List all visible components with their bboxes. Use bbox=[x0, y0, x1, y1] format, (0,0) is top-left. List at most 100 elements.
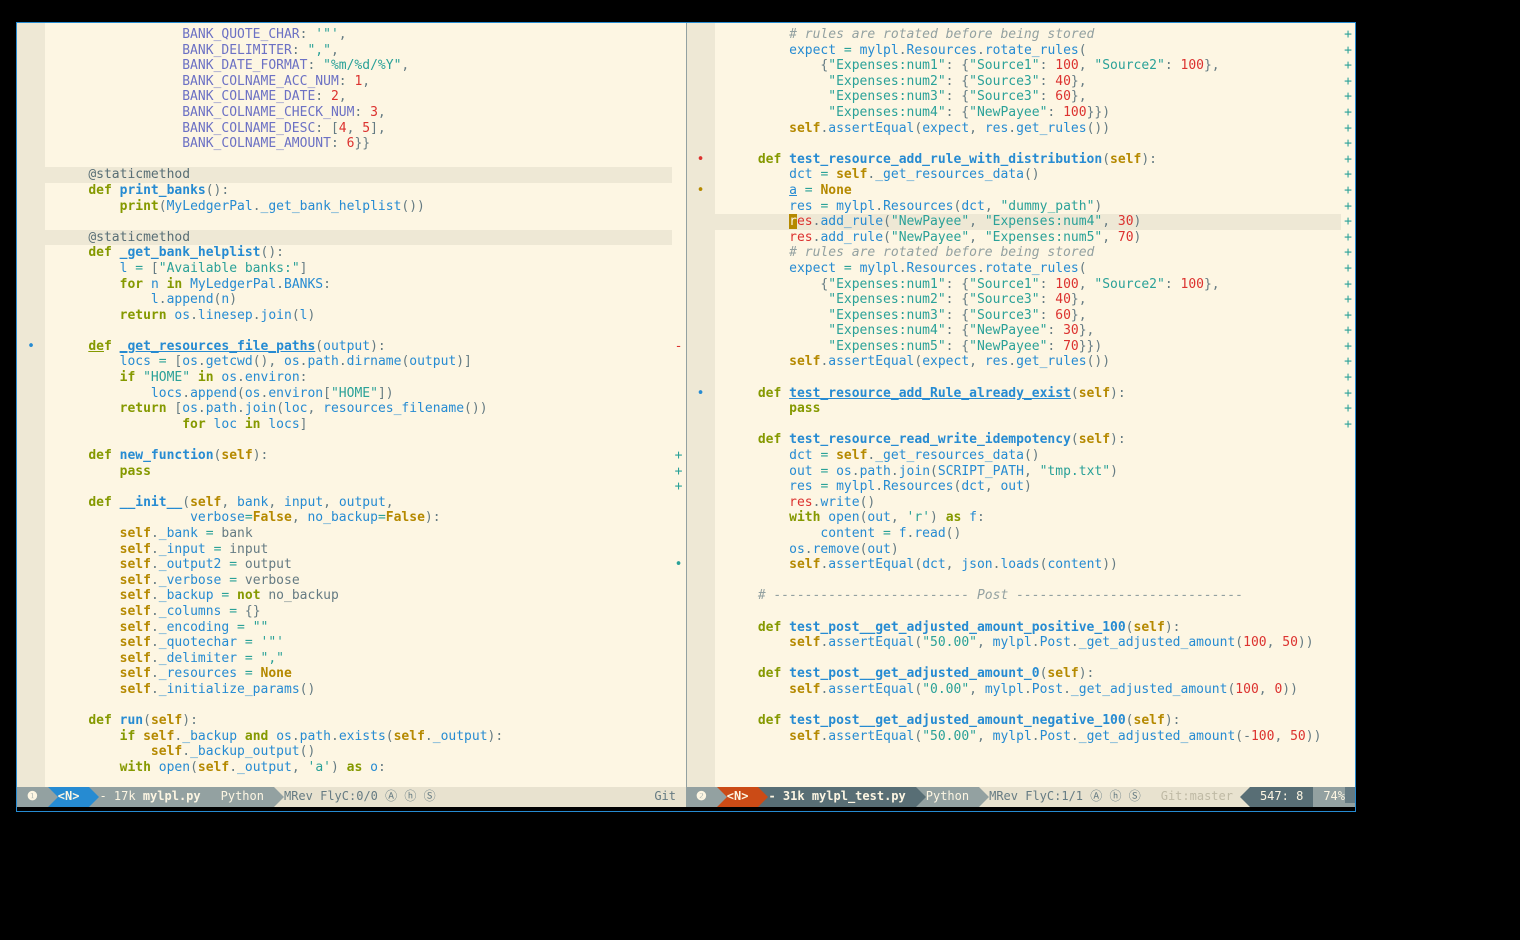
code-line[interactable]: self._quotechar = '"' bbox=[45, 635, 672, 651]
code-line[interactable] bbox=[45, 323, 672, 339]
code-line[interactable]: self._output2 = output• bbox=[45, 557, 672, 573]
code-line[interactable]: BANK_QUOTE_CHAR: '"', bbox=[45, 27, 672, 43]
code-line[interactable]: BANK_COLNAME_ACC_NUM: 1, bbox=[45, 74, 672, 90]
code-line[interactable]: "Expenses:num3": {"Source3": 60},+ bbox=[715, 308, 1342, 324]
code-line[interactable]: + bbox=[715, 136, 1342, 152]
code-line[interactable]: + bbox=[45, 479, 672, 495]
code-line[interactable]: with open(self._output, 'a') as o: bbox=[45, 760, 672, 776]
right-code-area[interactable]: # rules are rotated before being stored+… bbox=[715, 23, 1342, 787]
code-line[interactable]: res.add_rule("NewPayee", "Expenses:num5"… bbox=[715, 230, 1342, 246]
code-line[interactable]: self._verbose = verbose bbox=[45, 573, 672, 589]
code-line[interactable]: print(MyLedgerPal._get_bank_helplist()) bbox=[45, 199, 672, 215]
code-line[interactable]: def test_resource_add_Rule_already_exist… bbox=[715, 386, 1342, 402]
code-line[interactable]: def test_post__get_adjusted_amount_posit… bbox=[715, 620, 1342, 636]
code-line[interactable]: l.append(n) bbox=[45, 292, 672, 308]
code-line[interactable]: "Expenses:num2": {"Source3": 40},+ bbox=[715, 74, 1342, 90]
code-line[interactable]: return os.linesep.join(l) bbox=[45, 308, 672, 324]
code-line[interactable]: "Expenses:num3": {"Source3": 60},+ bbox=[715, 89, 1342, 105]
code-line[interactable]: self._input = input bbox=[45, 542, 672, 558]
code-line[interactable]: @staticmethod bbox=[45, 230, 672, 246]
code-line[interactable]: def print_banks(): bbox=[45, 183, 672, 199]
code-line[interactable]: os.remove(out) bbox=[715, 542, 1342, 558]
code-line[interactable]: + bbox=[715, 417, 1342, 433]
code-line[interactable]: self.assertEqual(expect, res.get_rules()… bbox=[715, 121, 1342, 137]
code-line[interactable]: self._encoding = "" bbox=[45, 620, 672, 636]
code-line[interactable]: {"Expenses:num1": {"Source1": 100, "Sour… bbox=[715, 277, 1342, 293]
code-line[interactable]: BANK_COLNAME_CHECK_NUM: 3, bbox=[45, 105, 672, 121]
code-line[interactable]: pass+ bbox=[45, 464, 672, 480]
code-line[interactable] bbox=[715, 651, 1342, 667]
code-line[interactable]: "Expenses:num5": {"NewPayee": 70}})+ bbox=[715, 339, 1342, 355]
code-line[interactable]: res = mylpl.Resources(dct, "dummy_path")… bbox=[715, 199, 1342, 215]
code-line[interactable]: self._columns = {} bbox=[45, 604, 672, 620]
code-line[interactable]: "Expenses:num4": {"NewPayee": 100}})+ bbox=[715, 105, 1342, 121]
code-line[interactable]: def new_function(self):+ bbox=[45, 448, 672, 464]
buffer-name-segment[interactable]: - 31k mylpl_test.py bbox=[758, 787, 915, 807]
code-line[interactable]: {"Expenses:num1": {"Source1": 100, "Sour… bbox=[715, 58, 1342, 74]
code-line[interactable]: self.assertEqual("50.00", mylpl.Post._ge… bbox=[715, 729, 1342, 745]
code-line[interactable] bbox=[45, 152, 672, 168]
code-line[interactable]: def test_post__get_adjusted_amount_negat… bbox=[715, 713, 1342, 729]
code-line[interactable] bbox=[45, 214, 672, 230]
code-line[interactable]: # ------------------------- Post -------… bbox=[715, 588, 1342, 604]
code-line[interactable]: def test_resource_read_write_idempotency… bbox=[715, 432, 1342, 448]
code-line[interactable]: self._backup = not no_backup bbox=[45, 588, 672, 604]
left-pane[interactable]: BANK_QUOTE_CHAR: '"', BANK_DELIMITER: ",… bbox=[17, 23, 687, 787]
code-line[interactable]: "Expenses:num2": {"Source3": 40},+ bbox=[715, 292, 1342, 308]
code-line[interactable]: self.assertEqual(expect, res.get_rules()… bbox=[715, 354, 1342, 370]
minibuffer[interactable] bbox=[17, 807, 1355, 811]
modeline-right[interactable]: ❷ <N> - 31k mylpl_test.py Python MRev Fl… bbox=[686, 787, 1355, 807]
code-line[interactable]: BANK_DELIMITER: ",", bbox=[45, 43, 672, 59]
code-line[interactable]: "Expenses:num4": {"NewPayee": 30},+ bbox=[715, 323, 1342, 339]
right-pane[interactable]: # rules are rotated before being stored+… bbox=[687, 23, 1356, 787]
code-line[interactable]: expect = mylpl.Resources.rotate_rules(+ bbox=[715, 43, 1342, 59]
code-line[interactable]: def test_post__get_adjusted_amount_0(sel… bbox=[715, 666, 1342, 682]
code-line[interactable] bbox=[45, 432, 672, 448]
code-line[interactable]: BANK_COLNAME_AMOUNT: 6}} bbox=[45, 136, 672, 152]
code-line[interactable]: + bbox=[715, 370, 1342, 386]
code-line[interactable]: self._backup_output() bbox=[45, 744, 672, 760]
code-line[interactable]: return [os.path.join(loc, resources_file… bbox=[45, 401, 672, 417]
code-line[interactable]: # rules are rotated before being stored+ bbox=[715, 245, 1342, 261]
code-line[interactable]: res.write() bbox=[715, 495, 1342, 511]
modeline-left[interactable]: ❶ <N> - 17k mylpl.py Python MRev FlyC:0/… bbox=[17, 787, 686, 807]
code-line[interactable]: a = None+ bbox=[715, 183, 1342, 199]
code-line[interactable]: for n in MyLedgerPal.BANKS: bbox=[45, 277, 672, 293]
code-line[interactable]: # rules are rotated before being stored+ bbox=[715, 27, 1342, 43]
code-line[interactable]: out = os.path.join(SCRIPT_PATH, "tmp.txt… bbox=[715, 464, 1342, 480]
code-line[interactable]: self.assertEqual(dct, json.loads(content… bbox=[715, 557, 1342, 573]
code-line[interactable]: self._delimiter = "," bbox=[45, 651, 672, 667]
code-line[interactable]: dct = self._get_resources_data()+ bbox=[715, 167, 1342, 183]
buffer-name-segment[interactable]: - 17k mylpl.py bbox=[89, 787, 210, 807]
code-line[interactable]: def __init__(self, bank, input, output, bbox=[45, 495, 672, 511]
code-line[interactable]: with open(out, 'r') as f: bbox=[715, 510, 1342, 526]
code-line[interactable]: BANK_COLNAME_DESC: [4, 5], bbox=[45, 121, 672, 137]
scrollbar-thumb[interactable] bbox=[1345, 787, 1355, 803]
code-line[interactable]: pass+ bbox=[715, 401, 1342, 417]
code-line[interactable]: self._bank = bank bbox=[45, 526, 672, 542]
code-line[interactable]: res = mylpl.Resources(dct, out) bbox=[715, 479, 1342, 495]
code-line[interactable]: locs.append(os.environ["HOME"]) bbox=[45, 386, 672, 402]
code-line[interactable]: content = f.read() bbox=[715, 526, 1342, 542]
code-line[interactable]: self._initialize_params() bbox=[45, 682, 672, 698]
code-line[interactable]: res.add_rule("NewPayee", "Expenses:num4"… bbox=[715, 214, 1342, 230]
code-line[interactable] bbox=[45, 698, 672, 714]
code-line[interactable]: if "HOME" in os.environ: bbox=[45, 370, 672, 386]
code-line[interactable]: verbose=False, no_backup=False): bbox=[45, 510, 672, 526]
code-line[interactable]: @staticmethod bbox=[45, 167, 672, 183]
left-code-area[interactable]: BANK_QUOTE_CHAR: '"', BANK_DELIMITER: ",… bbox=[45, 23, 672, 787]
code-line[interactable]: self._resources = None bbox=[45, 666, 672, 682]
code-line[interactable] bbox=[715, 604, 1342, 620]
code-line[interactable]: if self._backup and os.path.exists(self.… bbox=[45, 729, 672, 745]
code-line[interactable]: def _get_resources_file_paths(output):- bbox=[45, 339, 672, 355]
code-line[interactable] bbox=[715, 698, 1342, 714]
code-line[interactable]: for loc in locs] bbox=[45, 417, 672, 433]
code-line[interactable]: self.assertEqual("50.00", mylpl.Post._ge… bbox=[715, 635, 1342, 651]
code-line[interactable]: self.assertEqual("0.00", mylpl.Post._get… bbox=[715, 682, 1342, 698]
code-line[interactable]: def run(self): bbox=[45, 713, 672, 729]
code-line[interactable]: expect = mylpl.Resources.rotate_rules(+ bbox=[715, 261, 1342, 277]
code-line[interactable]: BANK_COLNAME_DATE: 2, bbox=[45, 89, 672, 105]
code-line[interactable]: dct = self._get_resources_data() bbox=[715, 448, 1342, 464]
code-line[interactable] bbox=[715, 573, 1342, 589]
code-line[interactable]: BANK_DATE_FORMAT: "%m/%d/%Y", bbox=[45, 58, 672, 74]
